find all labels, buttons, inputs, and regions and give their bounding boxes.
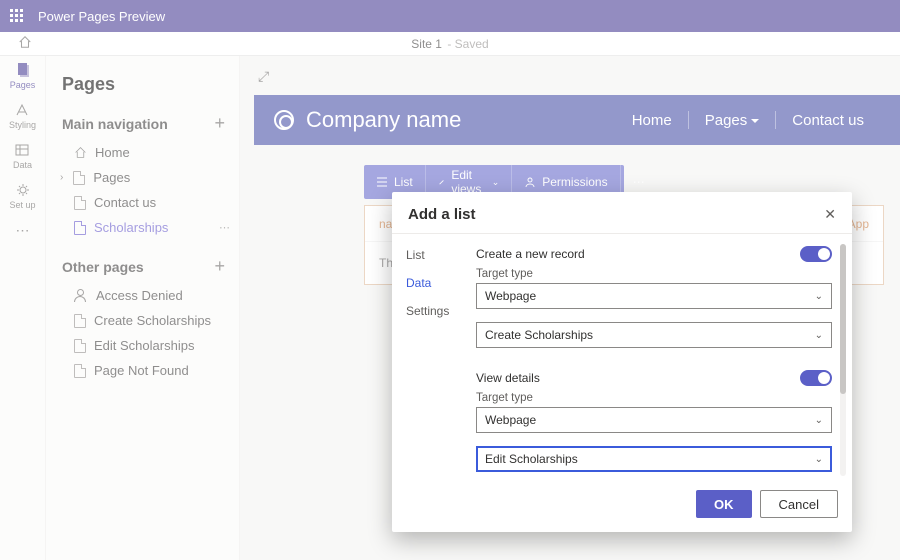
other-page-not-found[interactable]: Page Not Found xyxy=(46,358,239,383)
scrollbar-thumb[interactable] xyxy=(840,244,846,394)
page-icon xyxy=(74,314,86,328)
dialog-tabs: List Data Settings xyxy=(392,242,470,476)
nav-item-home[interactable]: Home xyxy=(46,140,239,165)
page-icon xyxy=(74,221,86,235)
dialog-form: Create a new record Target type Webpage … xyxy=(470,242,838,476)
page-icon xyxy=(74,364,86,378)
pages-title: Pages xyxy=(46,74,239,109)
rail-data[interactable]: Data xyxy=(13,142,32,170)
app-bar: Power Pages Preview xyxy=(0,0,900,32)
nav-item-contact[interactable]: Contact us xyxy=(46,190,239,215)
site-header: Company name Home Pages Contact us xyxy=(254,95,900,145)
rail-pages-label: Pages xyxy=(10,80,36,90)
other-create-scholarships[interactable]: Create Scholarships xyxy=(46,308,239,333)
page-icon xyxy=(74,339,86,353)
chevron-down-icon: ⌄ xyxy=(815,330,823,341)
target-type-label-1: Target type xyxy=(476,268,832,280)
cancel-button[interactable]: Cancel xyxy=(760,490,838,518)
target-type-select-1[interactable]: Webpage ⌄ xyxy=(476,283,832,309)
tab-data[interactable]: Data xyxy=(406,276,470,290)
tab-settings[interactable]: Settings xyxy=(406,304,470,318)
chevron-down-icon: ⌄ xyxy=(815,415,823,426)
pages-panel: Pages Main navigation + Home › Pages Con… xyxy=(46,56,240,560)
status-bar: Site 1 - Saved xyxy=(0,32,900,56)
main-nav-header: Main navigation + xyxy=(46,109,239,140)
rail-data-label: Data xyxy=(13,160,32,170)
view-details-label: View details xyxy=(476,371,540,385)
resize-icon[interactable]: ⤢ xyxy=(254,64,273,95)
rail-setup[interactable]: Set up xyxy=(9,182,35,210)
add-main-nav-icon[interactable]: + xyxy=(214,113,225,134)
other-pages-header: Other pages + xyxy=(46,252,239,283)
view-details-toggle[interactable] xyxy=(800,370,832,386)
page-icon xyxy=(73,171,85,185)
nav-contact[interactable]: Contact us xyxy=(776,112,880,129)
page-icon xyxy=(74,196,86,210)
target-type-select-2[interactable]: Webpage ⌄ xyxy=(476,407,832,433)
more-icon[interactable]: ⋯ xyxy=(219,221,231,234)
target-type-label-2: Target type xyxy=(476,392,832,404)
rail-setup-label: Set up xyxy=(9,200,35,210)
nav-item-scholarships[interactable]: Scholarships ⋯ xyxy=(46,215,239,240)
nav-item-pages[interactable]: › Pages xyxy=(46,165,239,190)
left-rail: Pages Styling Data Set up ⋯ xyxy=(0,56,46,560)
company-name: Company name xyxy=(306,107,461,133)
target-page-select-2[interactable]: Edit Scholarships ⌄ xyxy=(476,446,832,472)
save-status: - Saved xyxy=(444,37,489,51)
other-edit-scholarships[interactable]: Edit Scholarships xyxy=(46,333,239,358)
chevron-down-icon: ⌄ xyxy=(815,291,823,302)
create-record-toggle[interactable] xyxy=(800,246,832,262)
close-icon[interactable]: ✕ xyxy=(824,206,836,223)
ok-button[interactable]: OK xyxy=(696,490,752,518)
nav-pages[interactable]: Pages xyxy=(689,112,776,129)
tab-list[interactable]: List xyxy=(406,248,470,262)
rail-styling-label: Styling xyxy=(9,120,36,130)
rail-pages[interactable]: Pages xyxy=(10,62,36,90)
other-access-denied[interactable]: Access Denied xyxy=(46,283,239,308)
add-other-page-icon[interactable]: + xyxy=(214,256,225,277)
chevron-down-icon: ⌄ xyxy=(492,177,500,188)
rail-more[interactable]: ⋯ xyxy=(16,222,30,239)
person-lock-icon xyxy=(74,289,88,303)
logo-icon xyxy=(274,110,294,130)
nav-home[interactable]: Home xyxy=(616,112,688,129)
dialog-title: Add a list xyxy=(408,206,476,223)
site-nav: Home Pages Contact us xyxy=(616,111,880,129)
home-icon[interactable] xyxy=(18,35,32,52)
app-launcher-icon[interactable] xyxy=(10,9,24,23)
create-record-label: Create a new record xyxy=(476,247,585,261)
add-list-dialog: Add a list ✕ List Data Settings Create a… xyxy=(392,192,852,532)
chevron-right-icon[interactable]: › xyxy=(60,172,63,183)
target-page-select-1[interactable]: Create Scholarships ⌄ xyxy=(476,322,832,348)
app-title: Power Pages Preview xyxy=(38,9,165,24)
site-name: Site 1 xyxy=(411,37,442,51)
rail-styling[interactable]: Styling xyxy=(9,102,36,130)
chevron-down-icon: ⌄ xyxy=(815,454,823,465)
